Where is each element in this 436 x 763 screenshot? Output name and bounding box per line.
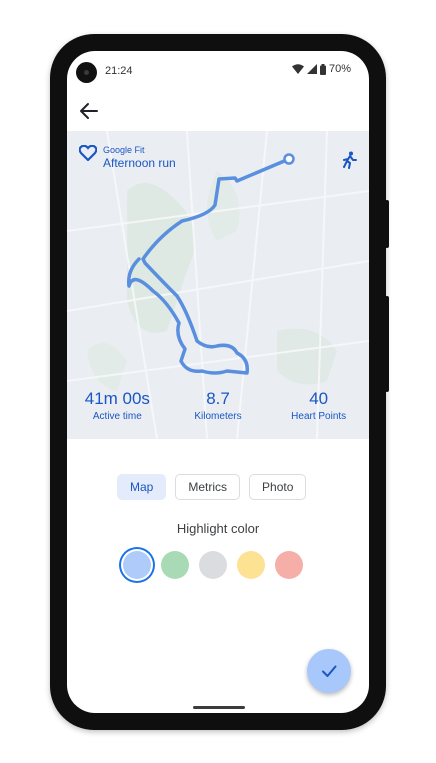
confirm-button[interactable] xyxy=(307,649,351,693)
walking-person-icon xyxy=(343,151,357,169)
activity-map-card: Google Fit Afternoon run 41m 00s Active … xyxy=(67,131,369,439)
google-fit-heart-icon xyxy=(79,145,97,161)
status-bar: 21:24 70% xyxy=(67,51,369,95)
status-time: 21:24 xyxy=(105,65,133,77)
front-camera xyxy=(76,62,97,83)
swatch-gray[interactable] xyxy=(199,551,227,579)
power-button xyxy=(385,200,389,248)
app-screen: 21:24 70% Google Fit Afternoon run 41m 0… xyxy=(67,51,369,713)
google-fit-brand: Google Fit Afternoon run xyxy=(79,145,176,170)
signal-icon xyxy=(306,64,317,74)
volume-button xyxy=(385,296,389,392)
tab-photo[interactable]: Photo xyxy=(249,474,307,500)
stat-kilometers: 8.7 Kilometers xyxy=(168,389,269,423)
view-tabs: Map Metrics Photo xyxy=(117,474,307,500)
wifi-icon xyxy=(291,64,304,74)
battery-percent: 70% xyxy=(328,63,351,75)
check-icon xyxy=(322,665,337,677)
stat-heart-points: 40 Heart Points xyxy=(268,389,369,423)
swatch-blue[interactable] xyxy=(123,551,151,579)
tab-metrics[interactable]: Metrics xyxy=(175,474,241,500)
arrow-back-icon[interactable] xyxy=(77,99,101,123)
stat-value: 40 xyxy=(309,389,329,408)
stat-label: Active time xyxy=(92,411,142,422)
stat-value: 41m 00s xyxy=(84,389,150,408)
highlight-color-picker xyxy=(123,551,303,579)
stat-value: 8.7 xyxy=(206,389,230,408)
tab-map[interactable]: Map xyxy=(117,474,167,500)
home-indicator[interactable] xyxy=(193,706,245,709)
battery-icon xyxy=(319,63,326,75)
stat-active-time: 41m 00s Active time xyxy=(67,389,168,423)
activity-title: Afternoon run xyxy=(103,156,176,170)
swatch-yellow[interactable] xyxy=(237,551,265,579)
swatch-red[interactable] xyxy=(275,551,303,579)
highlight-color-label: Highlight color xyxy=(176,521,260,536)
activity-stats: 41m 00s Active time 8.7 Kilometers 40 He… xyxy=(67,389,369,423)
stat-label: Kilometers xyxy=(194,411,242,422)
status-icons: 70% xyxy=(291,63,351,75)
brand-name: Google Fit xyxy=(103,145,145,155)
swatch-green[interactable] xyxy=(161,551,189,579)
stat-label: Heart Points xyxy=(291,411,347,422)
